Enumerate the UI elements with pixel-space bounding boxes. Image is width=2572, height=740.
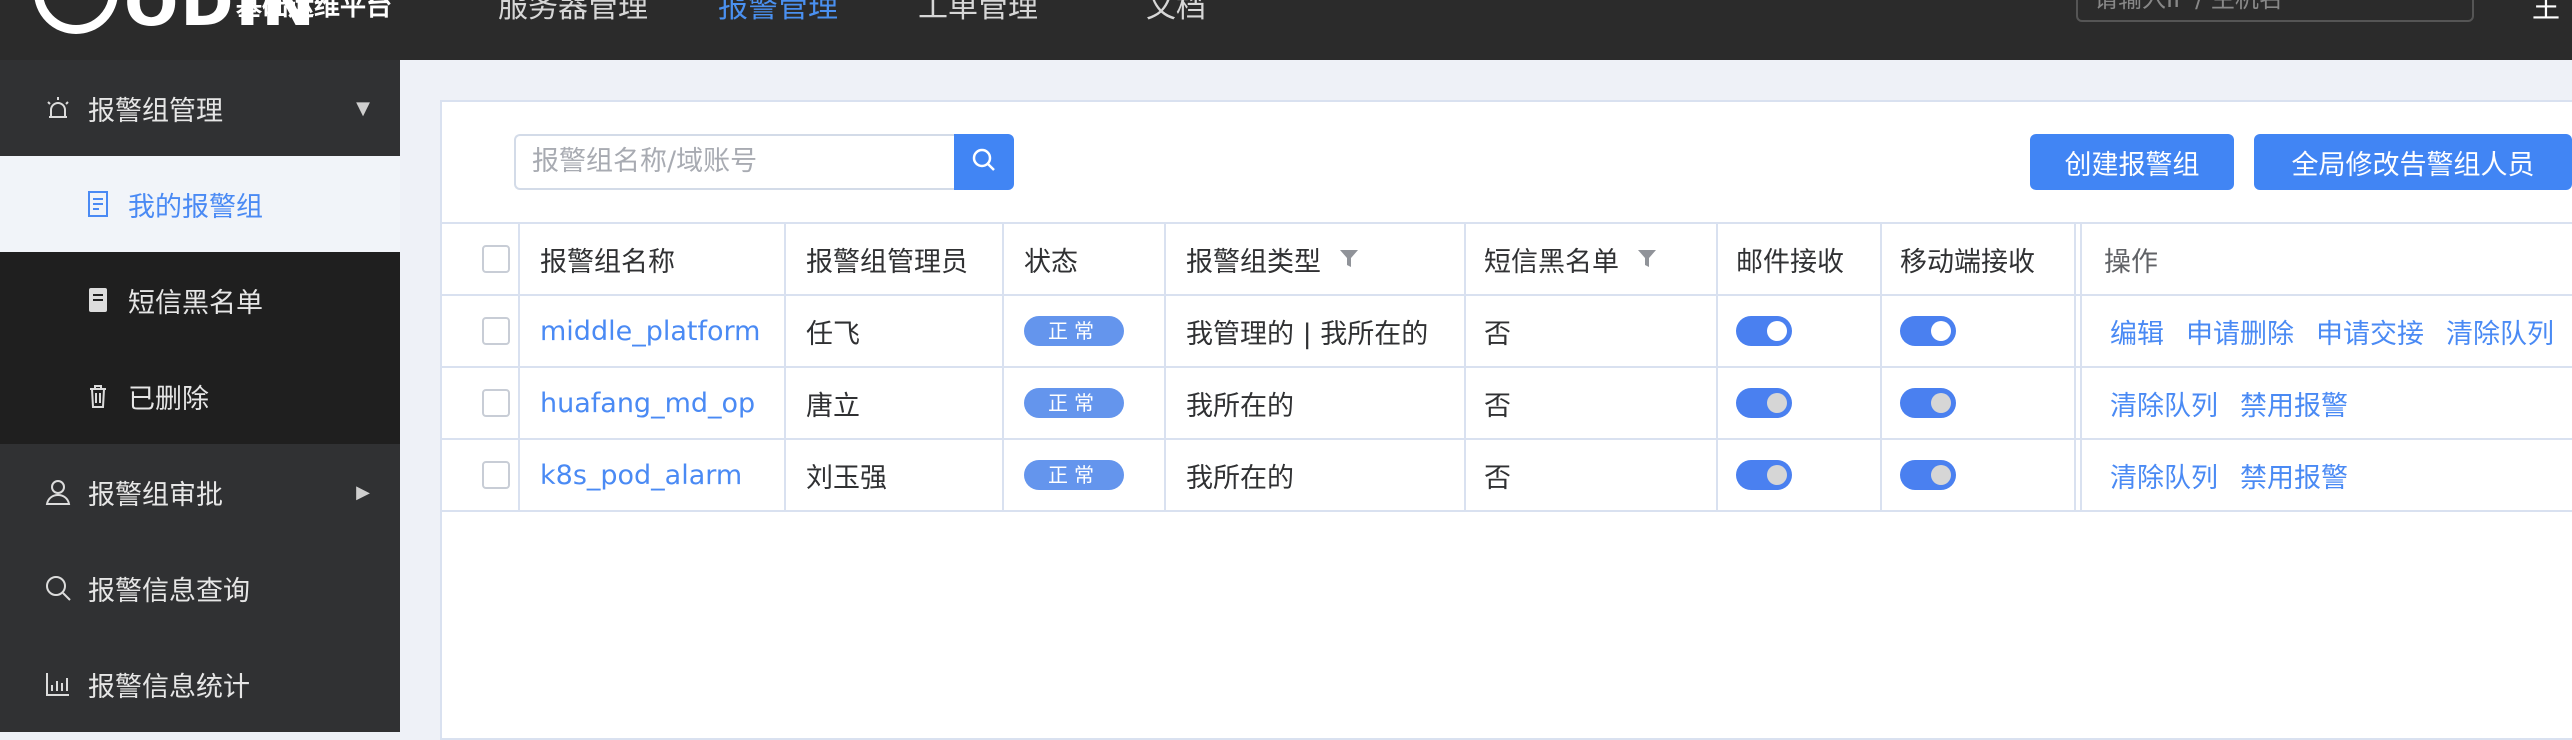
- column-divider: [1164, 222, 1166, 512]
- group-admin: 刘玉强: [806, 462, 887, 494]
- sidebar-item-my-alarm-groups[interactable]: 我的报警组: [0, 156, 400, 252]
- nav-ticket-management[interactable]: 工单管理: [918, 0, 1038, 28]
- group-admin: 唐立: [806, 390, 860, 422]
- sidebar-item-label: 报警信息统计: [88, 671, 250, 703]
- row-checkbox[interactable]: [462, 368, 510, 438]
- header-actions: 操作: [2104, 246, 2158, 278]
- column-divider: [1716, 222, 1718, 512]
- app-subtitle: 基础运维平台: [236, 0, 393, 22]
- row-actions: 编辑 申请删除 申请交接 清除队列: [2090, 296, 2572, 366]
- table-row: middle_platform 任飞 正常 我管理的 | 我所在的 否 编辑 申…: [440, 294, 2572, 366]
- sidebar-item-label: 报警组管理: [88, 95, 223, 127]
- sidebar-item-alarm-group-management[interactable]: 报警组管理 ▼: [0, 60, 400, 156]
- sidebar-item-alarm-info-query[interactable]: 报警信息查询: [0, 540, 400, 636]
- request-handover-link[interactable]: 申请交接: [2316, 312, 2424, 351]
- sidebar-item-label: 已删除: [128, 383, 209, 415]
- column-divider: [518, 222, 520, 512]
- column-divider: [1464, 222, 1466, 512]
- logo-icon: [34, 0, 118, 34]
- header-admin: 报警组管理员: [806, 246, 968, 278]
- group-type: 我管理的 | 我所在的: [1186, 318, 1429, 350]
- trash-icon: [78, 381, 118, 411]
- sidebar-item-label: 我的报警组: [128, 191, 263, 223]
- sms-blacklist-value: 否: [1484, 390, 1511, 422]
- header-type: 报警组类型: [1166, 224, 1359, 294]
- search-icon: [970, 146, 998, 178]
- top-search-input[interactable]: 请输入IP / 主机名: [2076, 0, 2474, 22]
- chart-icon: [38, 669, 78, 699]
- search-button[interactable]: [954, 134, 1014, 190]
- mobile-toggle[interactable]: [1880, 440, 1956, 510]
- header-sms-blacklist: 短信黑名单: [1464, 224, 1657, 294]
- clear-queue-link[interactable]: 清除队列: [2110, 456, 2218, 495]
- nav-server-management[interactable]: 服务器管理: [498, 0, 648, 28]
- group-name-link[interactable]: middle_platform: [520, 296, 760, 366]
- notebook-icon: [78, 285, 118, 315]
- group-name-link[interactable]: k8s_pod_alarm: [520, 440, 742, 510]
- column-divider: [1002, 222, 1004, 512]
- status-badge: 正常: [1004, 296, 1124, 366]
- disable-alarm-link[interactable]: 禁用报警: [2240, 456, 2348, 495]
- column-divider: [1880, 222, 1882, 512]
- column-divider: [2074, 222, 2076, 512]
- group-admin: 任飞: [806, 318, 860, 350]
- nav-alarm-management[interactable]: 报警管理: [718, 0, 838, 28]
- sms-blacklist-value: 否: [1484, 462, 1511, 494]
- top-bar: ODIN 基础运维平台 服务器管理 报警管理 工单管理 文档 请输入IP / 主…: [0, 0, 2572, 60]
- header-sms-label: 短信黑名单: [1484, 246, 1619, 278]
- sidebar: 报警组管理 ▼ 我的报警组 短信黑名单 已删除 报警组审批 ▶ 报警信息查询 报…: [0, 60, 400, 732]
- caret-down-icon: ▼: [356, 97, 370, 119]
- status-badge: 正常: [1004, 368, 1124, 438]
- sidebar-item-deleted[interactable]: 已删除: [0, 348, 400, 444]
- sidebar-item-label: 短信黑名单: [128, 287, 263, 319]
- caret-right-icon: ▶: [356, 481, 370, 503]
- clear-queue-link[interactable]: 清除队列: [2110, 384, 2218, 423]
- request-delete-link[interactable]: 申请删除: [2186, 312, 2294, 351]
- sidebar-item-sms-blacklist[interactable]: 短信黑名单: [0, 252, 400, 348]
- mobile-toggle[interactable]: [1880, 368, 1956, 438]
- header-mobile: 移动端接收: [1900, 246, 2035, 278]
- select-all-checkbox[interactable]: [462, 224, 510, 294]
- email-toggle[interactable]: [1716, 368, 1792, 438]
- filter-icon[interactable]: [1637, 248, 1657, 270]
- disable-alarm-link[interactable]: 禁用报警: [2240, 384, 2348, 423]
- column-divider: [784, 222, 786, 512]
- alarm-icon: [38, 93, 78, 123]
- row-actions: 清除队列 禁用报警: [2090, 368, 2370, 438]
- table-header-row: 报警组名称 报警组管理员 状态 报警组类型 短信黑名单 邮件接收 移动端接收 操…: [440, 222, 2572, 294]
- group-name-link[interactable]: huafang_md_op: [520, 368, 755, 438]
- status-badge: 正常: [1004, 440, 1124, 510]
- header-type-label: 报警组类型: [1186, 246, 1321, 278]
- sms-blacklist-value: 否: [1484, 318, 1511, 350]
- header-status: 状态: [1024, 246, 1078, 278]
- row-checkbox[interactable]: [462, 296, 510, 366]
- email-toggle[interactable]: [1716, 296, 1792, 366]
- column-divider: [2080, 222, 2082, 512]
- table-row: k8s_pod_alarm 刘玉强 正常 我所在的 否 清除队列 禁用报警: [440, 438, 2572, 512]
- nav-docs[interactable]: 文档: [1146, 0, 1206, 28]
- sidebar-item-label: 报警组审批: [88, 479, 223, 511]
- group-search-input[interactable]: 报警组名称/域账号: [514, 134, 956, 190]
- mobile-toggle[interactable]: [1880, 296, 1956, 366]
- sidebar-item-label: 报警信息查询: [88, 575, 250, 607]
- create-alarm-group-button[interactable]: 创建报警组: [2030, 134, 2234, 190]
- document-icon: [78, 189, 118, 219]
- search-icon: [38, 573, 78, 603]
- email-toggle[interactable]: [1716, 440, 1792, 510]
- header-name: 报警组名称: [540, 246, 675, 278]
- group-type: 我所在的: [1186, 390, 1294, 422]
- user-icon: [38, 477, 78, 507]
- user-avatar[interactable]: 王: [2532, 0, 2560, 26]
- row-actions: 清除队列 禁用报警: [2090, 440, 2370, 510]
- table-row: huafang_md_op 唐立 正常 我所在的 否 清除队列 禁用报警: [440, 366, 2572, 438]
- edit-link[interactable]: 编辑: [2110, 312, 2164, 351]
- row-checkbox[interactable]: [462, 440, 510, 510]
- sidebar-item-alarm-group-approval[interactable]: 报警组审批 ▶: [0, 444, 400, 540]
- clear-queue-link[interactable]: 清除队列: [2446, 312, 2554, 351]
- header-email: 邮件接收: [1736, 246, 1844, 278]
- group-type: 我所在的: [1186, 462, 1294, 494]
- filter-icon[interactable]: [1339, 248, 1359, 270]
- global-edit-members-button[interactable]: 全局修改告警组人员: [2254, 134, 2572, 190]
